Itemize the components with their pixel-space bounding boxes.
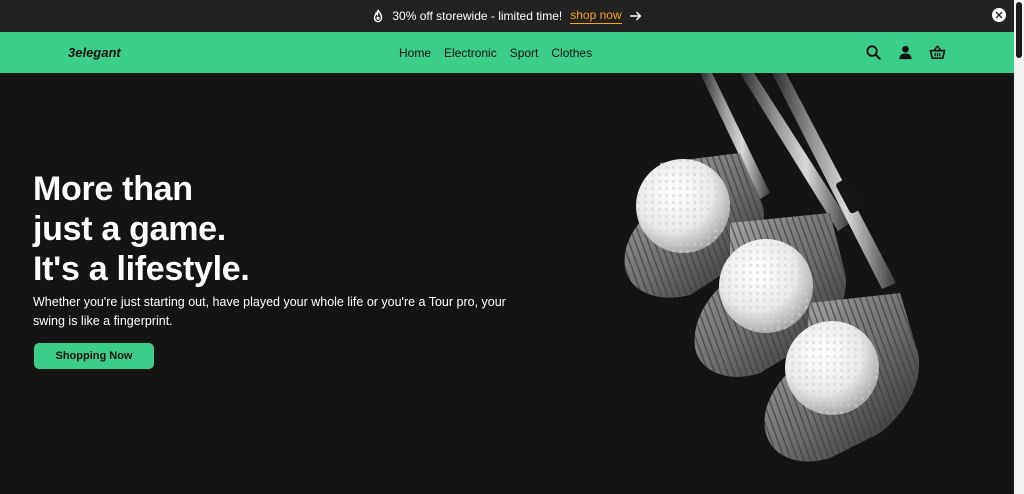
hero-title: More than just a game. It's a lifestyle. xyxy=(33,169,250,289)
close-icon xyxy=(995,11,1003,19)
navbar: 3elegant Home Electronic Sport Clothes xyxy=(0,32,1014,73)
nav-icons xyxy=(865,44,946,61)
logo[interactable]: 3elegant xyxy=(68,45,121,60)
search-icon[interactable] xyxy=(865,44,882,61)
nav-link-home[interactable]: Home xyxy=(399,46,431,60)
nav-link-clothes[interactable]: Clothes xyxy=(551,46,592,60)
scrollbar-thumb[interactable] xyxy=(1016,2,1022,58)
fire-icon xyxy=(374,9,383,23)
nav-links: Home Electronic Sport Clothes xyxy=(399,46,592,60)
page: 30% off storewide - limited time! shop n… xyxy=(0,0,1024,494)
hero-title-line: just a game. xyxy=(33,210,226,248)
announcement-bar: 30% off storewide - limited time! shop n… xyxy=(0,0,1014,32)
nav-link-electronic[interactable]: Electronic xyxy=(444,46,497,60)
hero-subtitle: Whether you're just starting out, have p… xyxy=(33,295,506,328)
nav-link-sport[interactable]: Sport xyxy=(510,46,539,60)
basket-icon[interactable] xyxy=(929,44,946,61)
shop-now-link[interactable]: shop now xyxy=(570,8,622,24)
user-icon[interactable] xyxy=(897,44,914,61)
hero-title-line: More than xyxy=(33,170,193,208)
hero-section: More than just a game. It's a lifestyle.… xyxy=(0,73,1014,494)
scrollbar[interactable] xyxy=(1014,0,1024,494)
arrow-right-icon[interactable] xyxy=(629,9,643,23)
shopping-now-button[interactable]: Shopping Now xyxy=(34,343,154,369)
close-announcement-button[interactable] xyxy=(992,8,1006,22)
golf-clubs-image xyxy=(624,73,920,462)
hero-title-line: It's a lifestyle. xyxy=(33,250,250,288)
promo-text: 30% off storewide - limited time! xyxy=(392,9,563,23)
